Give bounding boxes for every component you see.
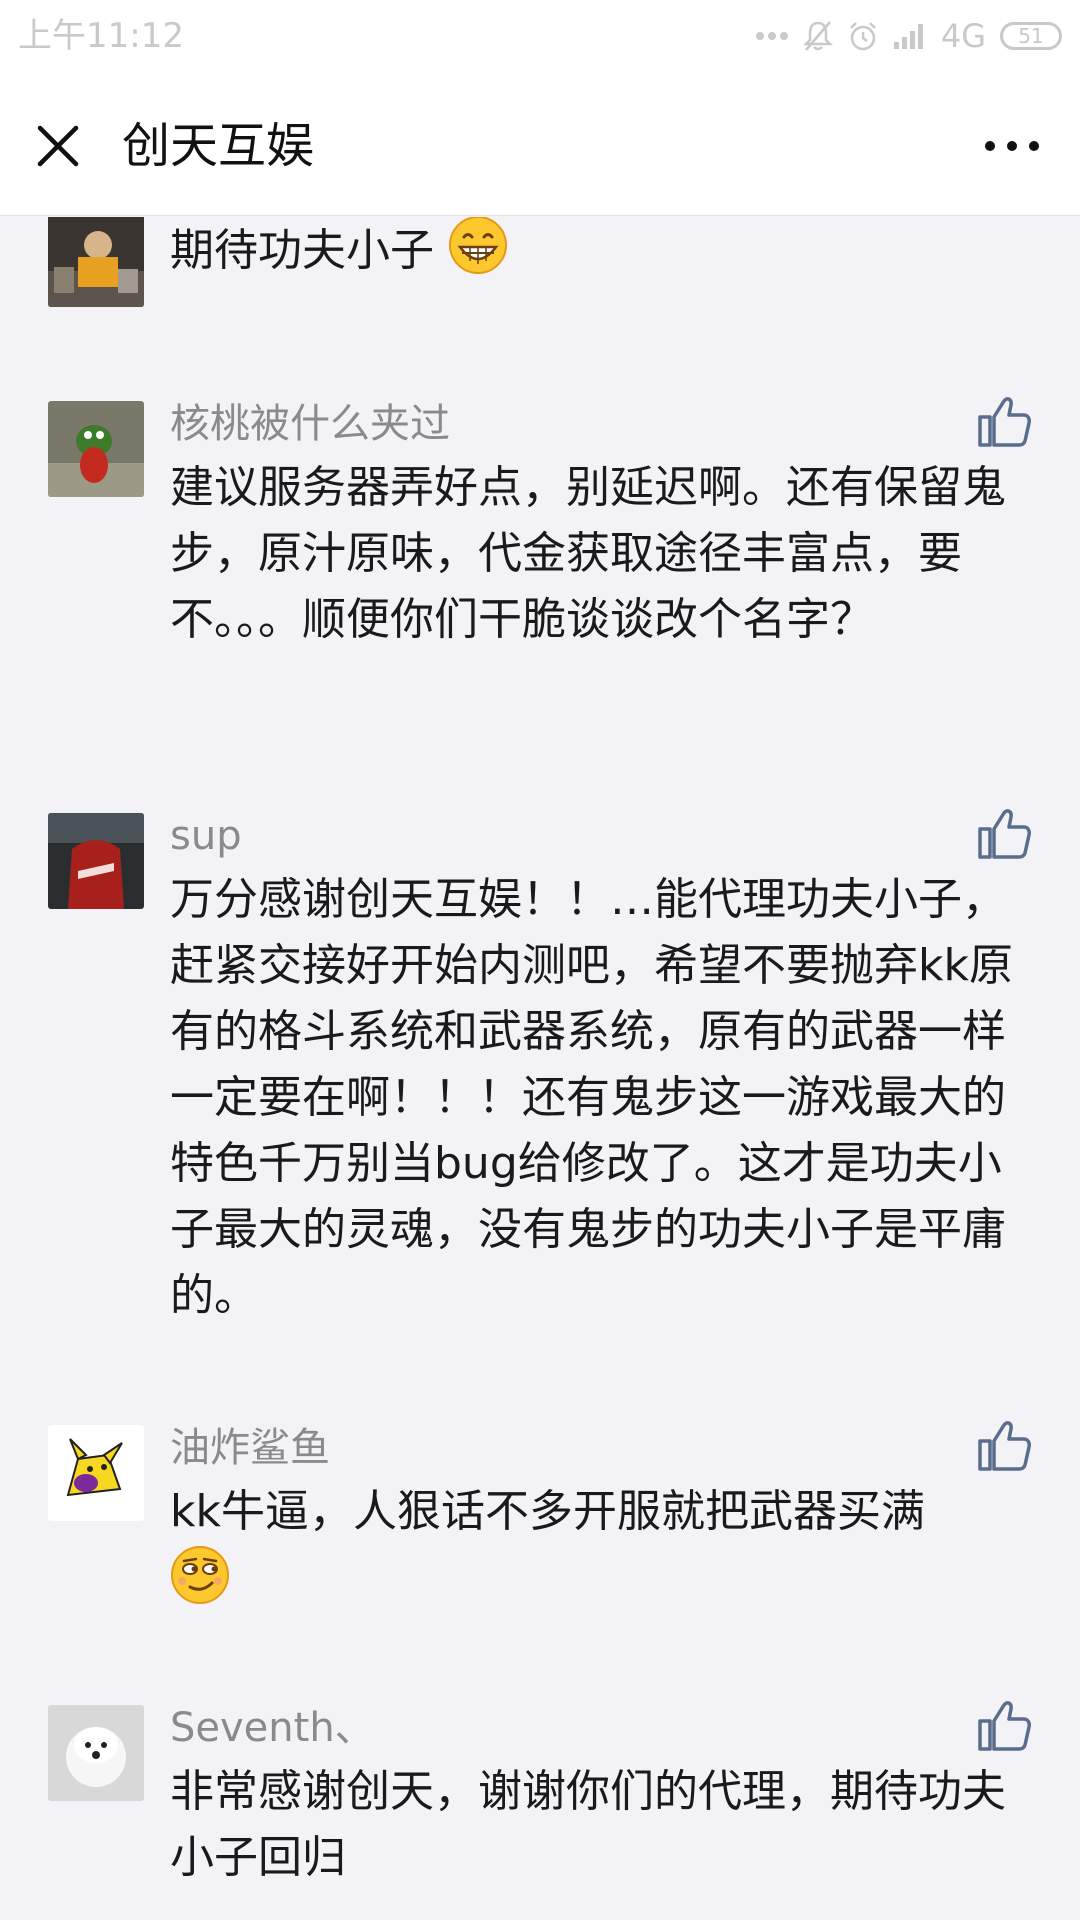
status-icons: 4G 51 bbox=[755, 14, 1062, 58]
like-icon[interactable] bbox=[976, 1697, 1032, 1753]
more-dots-icon bbox=[985, 141, 1039, 151]
like-icon[interactable] bbox=[976, 1417, 1032, 1473]
close-icon bbox=[37, 125, 79, 167]
alarm-icon bbox=[847, 20, 879, 52]
comment-item: sup 万分感谢创天互娱！！…能代理功夫小子，赶紧交接好开始内测吧，希望不要抛弃… bbox=[0, 803, 1080, 1323]
battery-level: 51 bbox=[1018, 24, 1044, 48]
comment-text: 万分感谢创天互娱！！…能代理功夫小子，赶紧交接好开始内测吧，希望不要抛弃kk原有… bbox=[170, 874, 1013, 1321]
comment-text: 非常感谢创天，谢谢你们的代理，期待功夫小子回归 bbox=[170, 1766, 1006, 1883]
comment-text: kk牛逼，人狠话不多开服就把武器买满 bbox=[170, 1479, 1038, 1614]
status-bar: 上午11:12 4G 51 bbox=[0, 0, 1080, 76]
avatar[interactable] bbox=[48, 813, 144, 909]
comment-text-content: kk牛逼，人狠话不多开服就把武器买满 bbox=[170, 1486, 925, 1537]
network-label: 4G bbox=[940, 17, 986, 55]
more-options-button[interactable] bbox=[972, 116, 1052, 176]
comment-text: 建议服务器弄好点，别延迟啊。还有保留鬼步，原汁原味，代金获取途径丰富点，要不。。… bbox=[170, 462, 1006, 645]
comment-item: 侯鬼 期待功夫小子 bbox=[0, 217, 1080, 321]
avatar[interactable] bbox=[48, 1705, 144, 1801]
smirk-emoji-icon bbox=[171, 1546, 229, 1604]
avatar[interactable] bbox=[48, 217, 144, 307]
more-dots-icon bbox=[755, 31, 789, 41]
grin-emoji-icon bbox=[449, 217, 507, 274]
avatar[interactable] bbox=[48, 401, 144, 497]
comment-text: 期待功夫小子 bbox=[170, 217, 1038, 284]
comment-text-content: 期待功夫小子 bbox=[170, 225, 434, 276]
header: 创天互娱 bbox=[0, 76, 1080, 216]
close-button[interactable] bbox=[26, 114, 90, 178]
status-time: 上午11:12 bbox=[18, 16, 184, 56]
like-icon[interactable] bbox=[976, 805, 1032, 861]
battery-icon: 51 bbox=[1000, 22, 1062, 50]
comment-item: Seventh、 非常感谢创天，谢谢你们的代理，期待功夫小子回归 bbox=[0, 1695, 1080, 1920]
mute-bell-icon bbox=[802, 20, 833, 52]
page-title: 创天互娱 bbox=[122, 118, 315, 174]
avatar[interactable] bbox=[48, 1425, 144, 1521]
comment-list[interactable]: 侯鬼 期待功夫小子 bbox=[0, 217, 1080, 1920]
comment-item: 油炸鲨鱼 kk牛逼，人狠话不多开服就把武器买满 bbox=[0, 1415, 1080, 1625]
nickname: 油炸鲨鱼 bbox=[170, 1425, 330, 1471]
nickname: sup bbox=[170, 813, 242, 859]
nickname: Seventh、 bbox=[170, 1705, 375, 1751]
nickname: 核桃被什么夹过 bbox=[170, 401, 450, 447]
signal-icon bbox=[893, 22, 927, 50]
comment-item: 核桃被什么夹过 建议服务器弄好点，别延迟啊。还有保留鬼步，原汁原味，代金获取途径… bbox=[0, 391, 1080, 711]
like-icon[interactable] bbox=[976, 393, 1032, 449]
